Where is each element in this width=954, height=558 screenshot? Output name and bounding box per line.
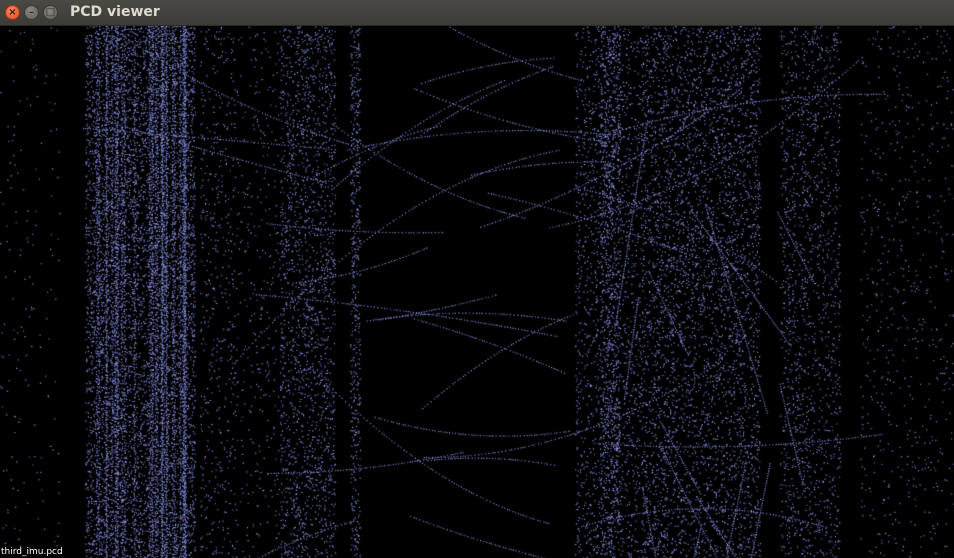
maximize-icon[interactable]: □ <box>43 5 58 20</box>
minimize-icon[interactable]: – <box>24 5 39 20</box>
window-titlebar[interactable]: × – □ PCD viewer <box>0 0 954 26</box>
pcd-file-label: third_imu.pcd <box>1 547 63 557</box>
close-icon[interactable]: × <box>5 5 20 20</box>
window-title: PCD viewer <box>70 4 160 20</box>
point-cloud-viewport[interactable]: third_imu.pcd <box>0 26 954 558</box>
point-cloud-canvas[interactable] <box>0 26 954 558</box>
